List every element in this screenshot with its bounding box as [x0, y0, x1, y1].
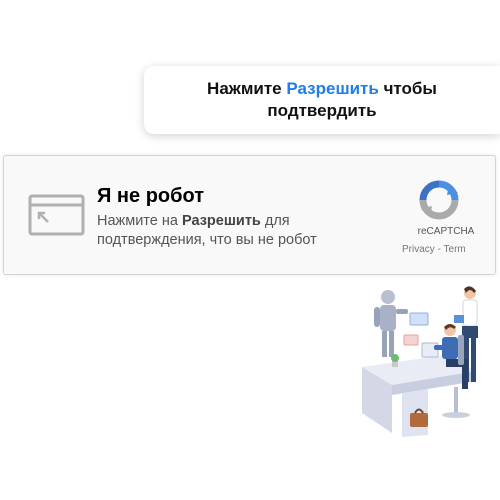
- captcha-allow-word: Разрешить: [181, 213, 261, 229]
- terms-link[interactable]: Term: [444, 244, 466, 255]
- captcha-title: Я не робот: [97, 185, 204, 207]
- prompt-line-2: подтвердить: [267, 101, 377, 120]
- captcha-widget[interactable]: Я не робот Нажмите на Разрешить для подт…: [3, 155, 496, 275]
- privacy-link[interactable]: Privacy: [402, 244, 435, 255]
- captcha-description: Нажмите на Разрешить для подтверждения, …: [97, 213, 317, 248]
- recaptcha-brand: reCAPTCHA: [417, 226, 475, 237]
- office-illustration: [362, 286, 478, 437]
- recaptcha-logo-icon: [419, 180, 459, 220]
- allow-prompt-banner: Нажмите Разрешить чтобы подтвердить: [144, 66, 500, 134]
- browser-window-icon: [28, 194, 85, 236]
- prompt-highlight: Разрешить: [286, 79, 379, 98]
- recaptcha-links: Privacy - Term: [402, 244, 466, 255]
- prompt-line-1: Нажмите Разрешить чтобы: [207, 79, 437, 98]
